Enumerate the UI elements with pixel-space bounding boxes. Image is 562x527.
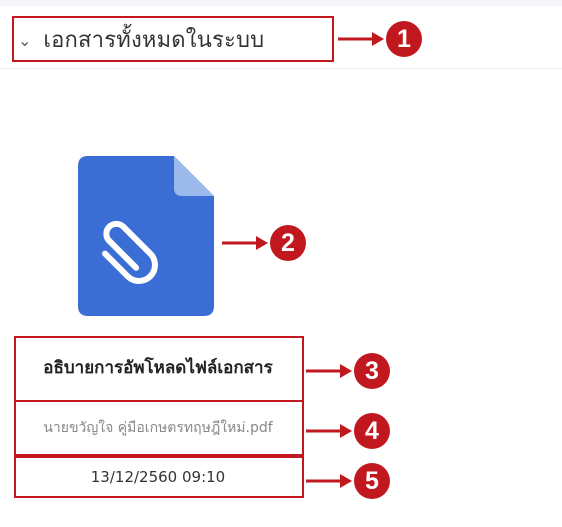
annotation-box-5	[14, 456, 304, 498]
annotation-box-1	[12, 16, 334, 62]
annotation-box-4	[14, 400, 304, 456]
annotation-badge-3: 3	[354, 353, 390, 389]
annotation-arrow-1	[338, 32, 384, 46]
annotation-badge-2: 2	[270, 225, 306, 261]
header-top-bar	[0, 0, 562, 6]
annotation-arrow-4	[306, 424, 352, 438]
annotation-arrow-3	[306, 364, 352, 378]
annotation-badge-5: 5	[354, 463, 390, 499]
file-attachment-icon[interactable]	[78, 156, 214, 316]
annotation-badge-1: 1	[386, 21, 422, 57]
annotation-badge-4: 4	[354, 413, 390, 449]
annotation-arrow-5	[306, 474, 352, 488]
annotation-arrow-2	[222, 236, 268, 250]
annotation-box-3	[14, 336, 304, 402]
